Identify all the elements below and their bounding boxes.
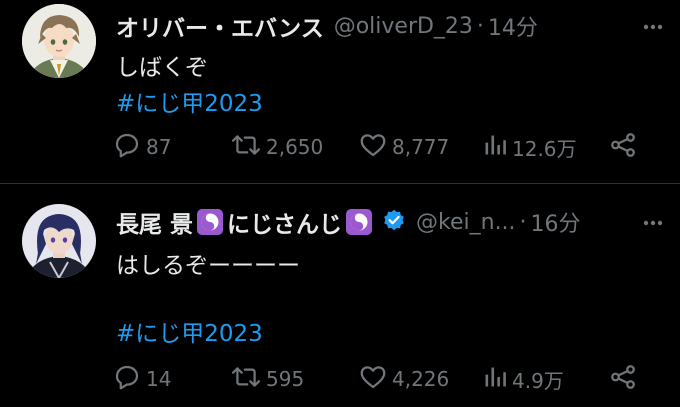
hashtag-link[interactable]: #にじ甲2023 — [116, 314, 263, 348]
timestamp[interactable]: 16分 — [531, 206, 581, 238]
display-name[interactable]: オリバー・エバンス — [116, 9, 324, 43]
timestamp[interactable]: 14分 — [488, 10, 538, 42]
like-count: 4,226 — [392, 367, 450, 391]
tweet[interactable]: 長尾 景 にじさんじ @kei_n... · 16分 はしるぞーーーー #にじ甲… — [0, 184, 680, 407]
separator: · — [519, 209, 527, 235]
tweet-text: はしるぞーーーー — [116, 253, 300, 279]
reply-button[interactable]: 87 — [112, 130, 171, 164]
more-icon[interactable] — [638, 12, 668, 42]
hashtag-link[interactable]: #にじ甲2023 — [116, 84, 263, 118]
reply-count: 87 — [146, 135, 172, 159]
like-button[interactable]: 4,226 — [358, 362, 449, 396]
verified-badge-icon[interactable] — [382, 208, 406, 236]
avatar[interactable] — [22, 204, 96, 278]
yin-yang-icon — [346, 209, 373, 235]
reply-icon — [112, 362, 146, 397]
views-button[interactable]: 4.9万 — [482, 362, 564, 396]
action-bar: 14 595 4,226 4.9万 — [112, 362, 642, 396]
user-handle[interactable]: @oliverD_23 — [334, 14, 473, 39]
like-icon — [358, 362, 392, 397]
retweet-count: 595 — [266, 367, 305, 391]
views-icon — [482, 130, 512, 165]
like-count: 8,777 — [392, 135, 450, 159]
share-icon — [608, 362, 642, 397]
views-icon — [482, 362, 512, 397]
reply-count: 14 — [146, 367, 172, 391]
display-name[interactable]: 長尾 景 — [116, 205, 193, 239]
tweet-text: しばくぞ — [116, 55, 208, 81]
share-button[interactable] — [608, 130, 642, 164]
share-icon — [608, 130, 642, 165]
yin-yang-icon — [197, 209, 224, 235]
retweet-button[interactable]: 595 — [230, 362, 304, 396]
share-button[interactable] — [608, 362, 642, 396]
avatar[interactable] — [22, 4, 96, 78]
action-bar: 87 2,650 8,777 12.6万 — [112, 130, 642, 164]
views-count: 12.6万 — [512, 136, 577, 161]
tweet-header: 長尾 景 にじさんじ @kei_n... · 16分 — [116, 204, 581, 240]
views-button[interactable]: 12.6万 — [482, 130, 577, 164]
tweet[interactable]: オリバー・エバンス @oliverD_23 · 14分 しばくぞ #にじ甲202… — [0, 0, 680, 183]
tweet-header: オリバー・エバンス @oliverD_23 · 14分 — [116, 8, 538, 44]
user-handle[interactable]: @kei_n... — [416, 210, 516, 235]
retweet-icon — [230, 362, 266, 397]
retweet-count: 2,650 — [266, 135, 324, 159]
display-name-suffix[interactable]: にじさんじ — [227, 205, 342, 239]
reply-button[interactable]: 14 — [112, 362, 171, 396]
views-count: 4.9万 — [512, 368, 564, 393]
retweet-button[interactable]: 2,650 — [230, 130, 323, 164]
reply-icon — [112, 130, 146, 165]
more-icon[interactable] — [638, 208, 668, 238]
like-icon — [358, 130, 392, 165]
like-button[interactable]: 8,777 — [358, 130, 449, 164]
separator: · — [476, 13, 484, 39]
retweet-icon — [230, 130, 266, 165]
